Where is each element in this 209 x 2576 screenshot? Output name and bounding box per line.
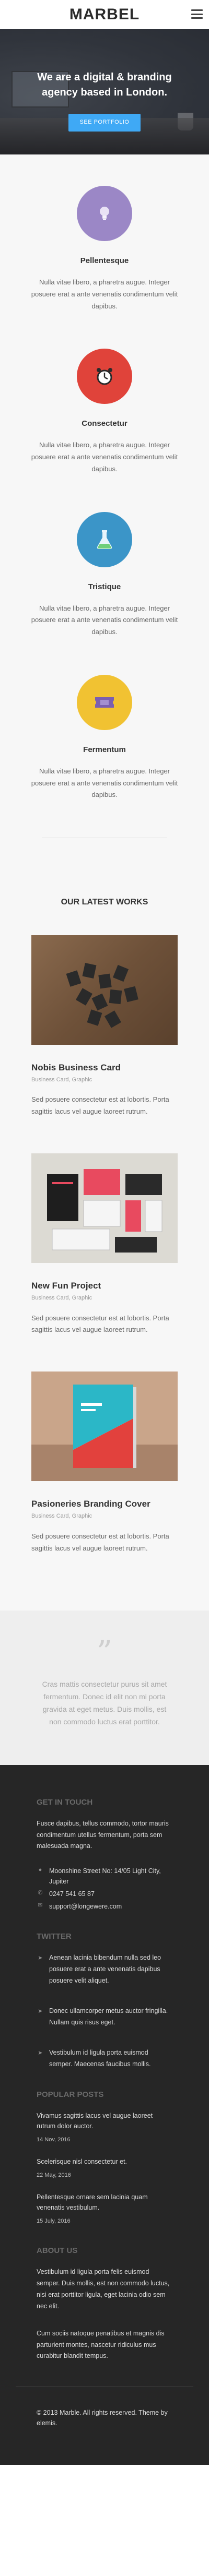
work-text: Sed posuere consectetur est at lobortis.… (31, 1314, 169, 1334)
feature-text: Nulla vitae libero, a pharetra augue. In… (31, 604, 178, 636)
popular-post-item: Scelerisque nisl consectetur et. 22 May,… (37, 2156, 172, 2180)
work-title[interactable]: Pasioneries Branding Cover (31, 1497, 178, 1511)
post-date: 14 Nov, 2016 (37, 2137, 71, 2143)
work-item[interactable]: Nobis Business Card Business Card, Graph… (31, 935, 178, 1118)
see-portfolio-button[interactable]: SEE PORTFOLIO (68, 114, 141, 132)
footer: GET IN TOUCH Fusce dapibus, tellus commo… (0, 1764, 209, 2465)
work-item[interactable]: Pasioneries Branding Cover Business Card… (31, 1372, 178, 1554)
work-image[interactable] (31, 935, 178, 1045)
menu-bar (191, 9, 203, 11)
phone-icon: ✆ (38, 1890, 43, 1897)
testimonial-text: Cras mattis consectetur purus sit amet f… (42, 1680, 167, 1726)
work-item[interactable]: New Fun Project Business Card, Graphic S… (31, 1153, 178, 1336)
hamburger-menu-icon[interactable] (191, 9, 203, 19)
twitter-heading: TWITTER (37, 1932, 72, 1941)
get-in-touch-text: Fusce dapibus, tellus commodo, tortor ma… (37, 1819, 169, 1850)
feature-title: Tristique (88, 582, 121, 591)
address-text: Moonshine Street No: 14/05 Light City, J… (49, 1867, 161, 1886)
feature-item: Fermentum Nulla vitae libero, a pharetra… (26, 674, 183, 801)
latest-works-section: OUR LATEST WORKS Nobis Business Card Bus… (0, 859, 209, 1611)
hero-content: We are a digital & branding agency based… (0, 70, 209, 132)
location-pin-icon: ● (38, 1867, 42, 1874)
about-text: Vestibulum id ligula porta felis euismod… (37, 2268, 170, 2310)
contact-phone: ✆ 0247 541 65 87 (37, 1889, 172, 1899)
contact-list: ● Moonshine Street No: 14/05 Light City,… (37, 1866, 172, 1912)
menu-bar (191, 17, 203, 19)
email-link[interactable]: support@longewere.com (49, 1901, 122, 1912)
work-categories: Business Card, Graphic (31, 1076, 92, 1083)
about-us-heading: ABOUT US (37, 2246, 78, 2256)
get-in-touch-heading: GET IN TOUCH (37, 1797, 93, 1807)
work-title[interactable]: Nobis Business Card (31, 1060, 178, 1075)
hero-title: We are a digital & branding agency based… (37, 71, 172, 98)
copyright: © 2013 Marble. All rights reserved. Them… (16, 2386, 193, 2449)
post-link[interactable]: Vivamus sagittis lacus vel augue laoreet… (37, 2110, 172, 2131)
ticket-icon (77, 674, 132, 730)
hero-banner: We are a digital & branding agency based… (0, 29, 209, 154)
feature-item: Pellentesque Nulla vitae libero, a phare… (26, 186, 183, 312)
popular-post-item: Vivamus sagittis lacus vel augue laoreet… (37, 2110, 172, 2145)
menu-bar (191, 13, 203, 15)
page: MARBEL We are a digital & branding agenc… (0, 0, 209, 2576)
tweet-text: Vestibulum id ligula porta euismod sempe… (49, 2048, 151, 2068)
feature-item: Tristique Nulla vitae libero, a pharetra… (26, 511, 183, 638)
work-text: Sed posuere consectetur est at lobortis.… (31, 1532, 169, 1552)
feature-title: Fermentum (83, 745, 126, 754)
alarm-clock-icon (77, 349, 132, 404)
features-section: Pellentesque Nulla vitae libero, a phare… (0, 154, 209, 859)
post-date: 22 May, 2016 (37, 2172, 71, 2178)
popular-post-item: Pellentesque ornare sem lacinia quam ven… (37, 2192, 172, 2226)
tweet-text: Aenean lacinia bibendum nulla sed leo po… (49, 1954, 161, 1984)
work-image[interactable] (31, 1372, 178, 1482)
popular-posts-heading: POPULAR POSTS (37, 2090, 104, 2100)
tweet-item: ➤ Aenean lacinia bibendum nulla sed leo … (37, 1952, 172, 1987)
quote-icon: ” (96, 1634, 113, 1671)
work-text: Sed posuere consectetur est at lobortis.… (31, 1095, 169, 1116)
feature-text: Nulla vitae libero, a pharetra augue. In… (31, 767, 178, 799)
feature-title: Consectetur (82, 419, 127, 428)
lightbulb-icon (77, 186, 132, 241)
flask-icon (77, 511, 132, 567)
feature-text: Nulla vitae libero, a pharetra augue. In… (31, 441, 178, 473)
tweet-item: ➤ Donec ullamcorper metus auctor fringil… (37, 2006, 172, 2029)
tweet-text: Donec ullamcorper metus auctor fringilla… (49, 2007, 168, 2026)
contact-email: ✉ support@longewere.com (37, 1901, 172, 1912)
feature-item: Consectetur Nulla vitae libero, a pharet… (26, 349, 183, 475)
post-link[interactable]: Scelerisque nisl consectetur et. (37, 2156, 172, 2167)
feature-text: Nulla vitae libero, a pharetra augue. In… (31, 278, 178, 310)
work-categories: Business Card, Graphic (31, 1295, 92, 1302)
site-logo[interactable]: MARBEL (69, 2, 140, 27)
twitter-icon: ➤ (38, 2049, 43, 2056)
post-date: 15 July, 2016 (37, 2217, 71, 2224)
section-title: OUR LATEST WORKS (61, 898, 148, 907)
work-categories: Business Card, Graphic (31, 1513, 92, 1520)
contact-address: ● Moonshine Street No: 14/05 Light City,… (37, 1866, 172, 1887)
top-navbar: MARBEL (0, 0, 209, 29)
email-icon: ✉ (38, 1902, 43, 1909)
feature-title: Pellentesque (80, 256, 129, 265)
twitter-icon: ➤ (38, 2008, 43, 2014)
post-link[interactable]: Pellentesque ornare sem lacinia quam ven… (37, 2192, 172, 2213)
phone-text: 0247 541 65 87 (49, 1890, 95, 1898)
testimonial-section: ” Cras mattis consectetur purus sit amet… (0, 1611, 209, 1765)
work-image[interactable] (31, 1153, 178, 1263)
twitter-icon: ➤ (38, 1955, 43, 1962)
about-text: Cum sociis natoque penatibus et magnis d… (37, 2329, 165, 2360)
work-title[interactable]: New Fun Project (31, 1279, 178, 1293)
tweet-item: ➤ Vestibulum id ligula porta euismod sem… (37, 2047, 172, 2070)
